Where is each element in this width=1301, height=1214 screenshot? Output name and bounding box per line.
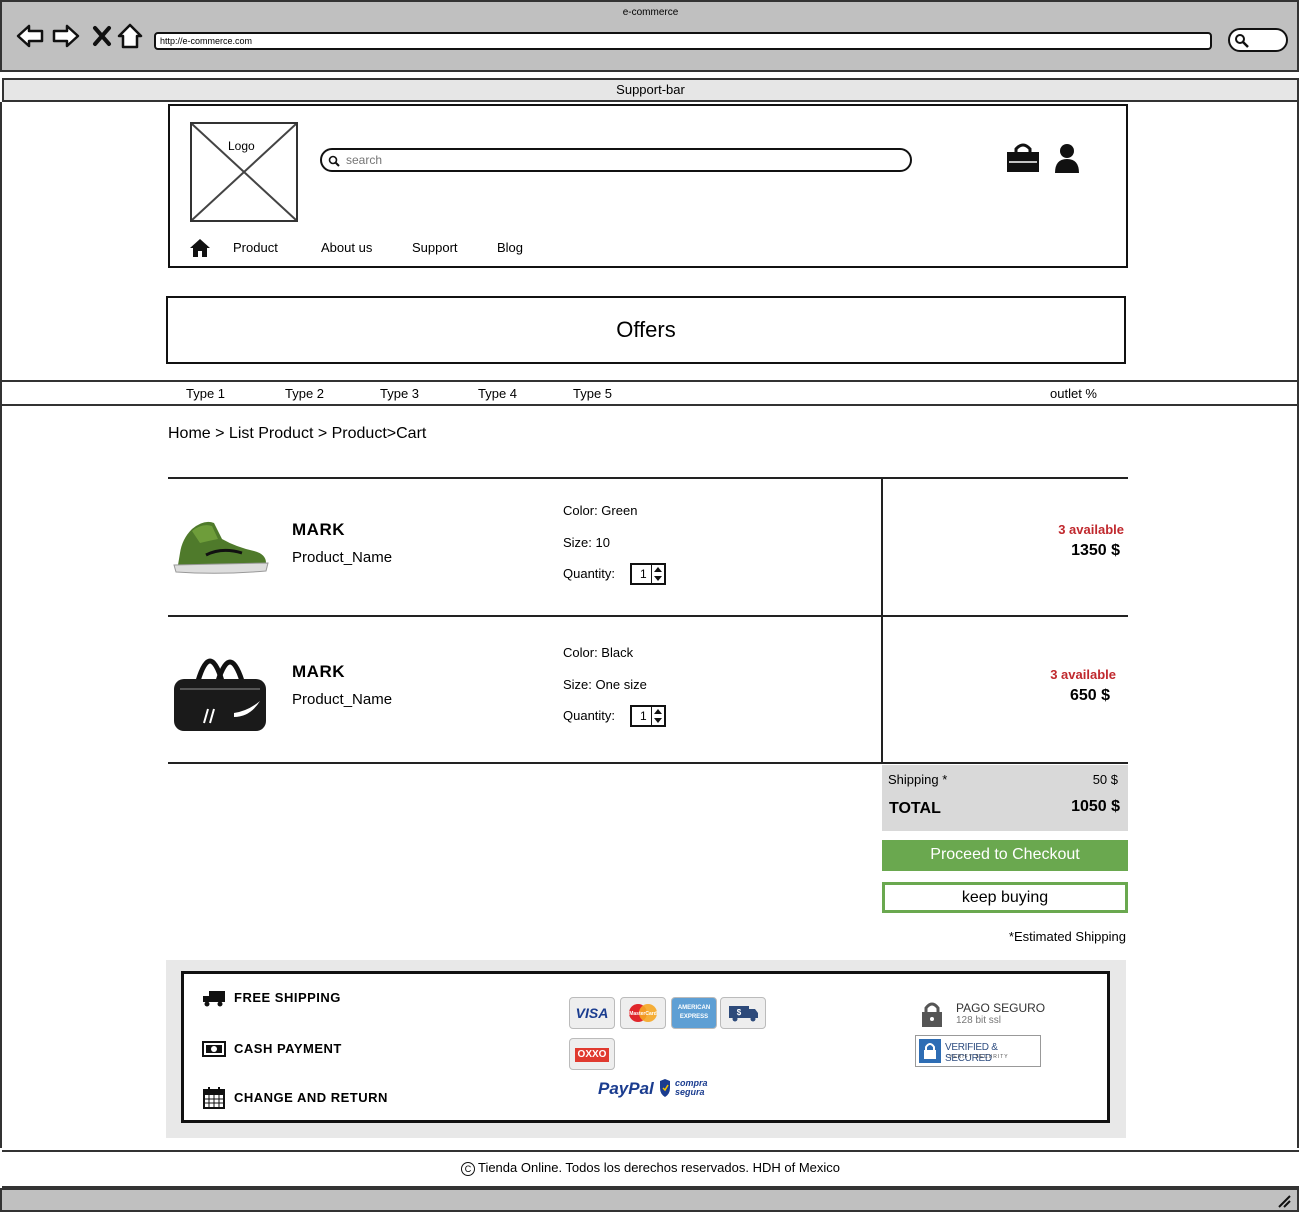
quantity-value: 1: [640, 709, 647, 723]
secure-payment-title: PAGO SEGURO: [956, 1001, 1046, 1015]
category-type-1[interactable]: Type 1: [186, 386, 225, 401]
category-type-2[interactable]: Type 2: [285, 386, 324, 401]
item-brand: MARK: [292, 662, 345, 681]
quantity-stepper[interactable]: 1: [630, 563, 666, 585]
search-icon: [328, 155, 340, 167]
category-type-5[interactable]: Type 5: [573, 386, 612, 401]
category-type-3[interactable]: Type 3: [380, 386, 419, 401]
support-bar: Support-bar: [2, 78, 1299, 102]
black-duffel-bag-image[interactable]: [170, 639, 270, 739]
site-header: [168, 104, 1128, 268]
nav-about-us[interactable]: About us: [321, 240, 372, 255]
stepper-arrows-icon[interactable]: [651, 565, 664, 583]
paypal-logo: PayPal: [598, 1079, 654, 1098]
copyright-bar: C Tienda Online. Todos los derechos reser…: [2, 1150, 1299, 1188]
compra-segura-logo: compra segura: [675, 1078, 708, 1097]
quantity-value: 1: [640, 567, 647, 581]
browser-search-button[interactable]: [1228, 28, 1288, 52]
verified-lock-icon: [919, 1039, 941, 1063]
item-price: 650 $: [1069, 687, 1110, 704]
home-nav-icon[interactable]: [189, 238, 211, 258]
address-bar[interactable]: http://e-commerce.com: [154, 32, 1212, 50]
category-type-4[interactable]: Type 4: [478, 386, 517, 401]
cash-payment-label: CASH PAYMENT: [234, 1041, 342, 1056]
green-sneaker-image[interactable]: [170, 517, 270, 575]
verify-security-text: VERIFY SECURITY: [949, 1054, 1009, 1060]
cart-column-divider: [881, 479, 883, 763]
truck-payment-logo: $: [729, 1006, 758, 1022]
window-title: e-commerce: [622, 7, 679, 18]
oxxo-card-icon: OXXO: [569, 1038, 615, 1070]
verified-secured-text: VERIFIED & SECURED: [945, 1042, 998, 1064]
total-label: TOTAL: [889, 800, 941, 817]
category-bar: Type 1 Type 2 Type 3 Type 4 Type 5 outle…: [0, 380, 1299, 406]
nav-blog[interactable]: Blog: [497, 240, 523, 255]
calendar-icon: [203, 1087, 225, 1109]
item-color: Color: Green: [563, 503, 638, 518]
oxxo-label: OXXO: [574, 1048, 610, 1062]
item-product-name[interactable]: Product_Name: [292, 549, 392, 566]
resize-handle-icon[interactable]: [1277, 1194, 1291, 1208]
stepper-arrows-icon[interactable]: [651, 707, 664, 725]
shipping-value: 50 $: [1092, 772, 1118, 787]
amex-card-icon: AMERICAN EXPRESS: [671, 997, 717, 1029]
cart-item: MARK Product_Name Color: Green Size: 10 …: [168, 479, 880, 615]
item-quantity-label: Quantity:: [563, 566, 616, 581]
search-input[interactable]: [344, 152, 888, 168]
mastercard-logo: MasterCard: [629, 1004, 657, 1022]
offers-banner[interactable]: Offers: [166, 296, 1126, 364]
user-icon[interactable]: [1053, 143, 1081, 173]
item-size: Size: 10: [563, 535, 610, 550]
visa-card-icon: VISA: [569, 997, 615, 1029]
copyright-icon: C: [460, 1161, 475, 1176]
status-bar: [0, 1188, 1299, 1212]
keep-buying-button[interactable]: keep buying: [882, 882, 1128, 913]
cart-divider-bottom: [168, 762, 1128, 764]
free-shipping-label: FREE SHIPPING: [234, 990, 341, 1005]
truck-payment-text: $: [737, 1008, 742, 1017]
nav-product[interactable]: Product: [233, 240, 278, 255]
estimated-shipping-note: *Estimated Shipping: [1008, 929, 1126, 944]
page-frame-left: [0, 102, 2, 1148]
search-icon: [1235, 34, 1249, 48]
logo-label: Logo: [226, 139, 257, 153]
item-size: Size: One size: [563, 677, 647, 692]
lock-icon: [922, 1002, 942, 1027]
item-price: 1350 $: [1071, 542, 1120, 559]
breadcrumb[interactable]: Home > List Product > Product>Cart: [168, 425, 426, 443]
cart-item: MARK Product_Name Color: Black Size: One…: [168, 617, 880, 762]
item-product-name[interactable]: Product_Name: [292, 691, 392, 708]
category-outlet[interactable]: outlet %: [1050, 386, 1097, 401]
order-summary: Shipping * 50 $ TOTAL 1050 $: [882, 765, 1128, 831]
shipping-label: Shipping *: [888, 772, 948, 787]
copyright-text: Tienda Online. Todos los derechos reserv…: [477, 1160, 840, 1175]
change-return-label: CHANGE AND RETURN: [234, 1090, 388, 1105]
logo[interactable]: Logo: [190, 122, 298, 222]
forward-arrow-icon[interactable]: [52, 22, 80, 50]
nav-support[interactable]: Support: [412, 240, 458, 255]
page-frame-right: [1297, 102, 1299, 1148]
mastercard-text: MasterCard: [629, 1011, 657, 1017]
back-arrow-icon[interactable]: [16, 22, 44, 50]
cash-transfer-icon: $: [720, 997, 766, 1029]
quantity-stepper[interactable]: 1: [630, 705, 666, 727]
verified-secured-badge[interactable]: VERIFIED & SECURED VERIFY SECURITY: [915, 1035, 1041, 1067]
secure-payment-subtitle: 128 bit ssl: [956, 1015, 1002, 1026]
item-availability: 3 available: [1050, 667, 1116, 682]
item-brand: MARK: [292, 520, 345, 539]
shield-icon: [660, 1079, 670, 1097]
site-search[interactable]: [320, 148, 912, 172]
cash-icon: [202, 1041, 226, 1057]
proceed-to-checkout-button[interactable]: Proceed to Checkout: [882, 840, 1128, 871]
shopping-bag-icon[interactable]: [1005, 142, 1041, 174]
home-icon[interactable]: [116, 22, 144, 50]
close-icon[interactable]: [89, 22, 117, 50]
item-quantity-label: Quantity:: [563, 708, 616, 723]
total-value: 1050 $: [1071, 798, 1120, 815]
mastercard-icon: MasterCard: [620, 997, 666, 1029]
item-color: Color: Black: [563, 645, 634, 660]
truck-icon: [203, 991, 225, 1007]
url-text: http://e-commerce.com: [160, 36, 253, 46]
item-availability: 3 available: [1058, 522, 1124, 537]
